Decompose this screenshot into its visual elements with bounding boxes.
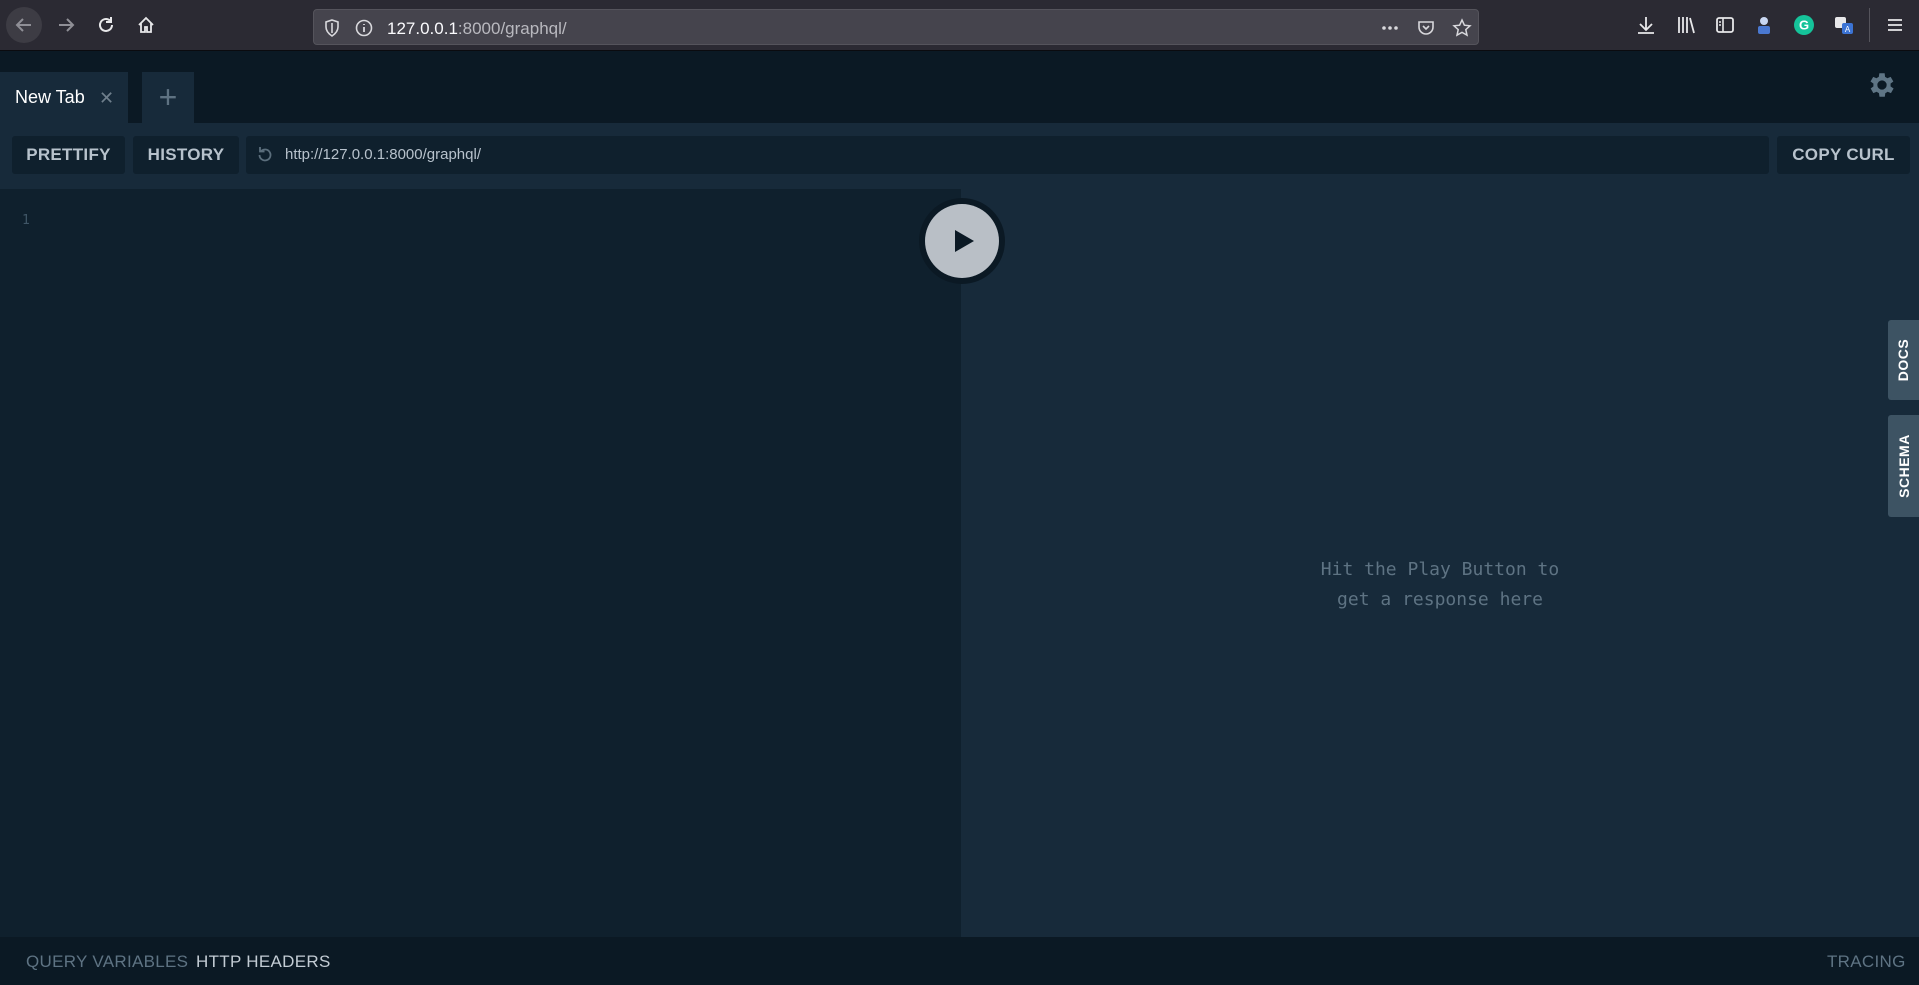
http-headers-tab[interactable]: HTTP HEADERS (196, 952, 331, 972)
home-button[interactable] (128, 7, 164, 43)
query-variables-tab[interactable]: QUERY VARIABLES (26, 952, 188, 972)
extension-person-icon (1758, 17, 1770, 34)
endpoint-url: http://127.0.0.1:8000/graphql/ (285, 146, 481, 163)
back-button[interactable] (6, 7, 42, 43)
back-arrow-icon (15, 18, 31, 32)
grammarly-icon: G (1794, 15, 1814, 35)
extension-button-1[interactable] (1751, 12, 1777, 38)
more-dots-icon[interactable] (1380, 18, 1400, 38)
close-icon[interactable]: ✕ (99, 88, 114, 109)
docs-tab-label: DOCS (1895, 338, 1912, 382)
reload-icon (99, 17, 113, 32)
play-button-face (925, 204, 999, 278)
download-icon (1638, 17, 1654, 34)
grammarly-button[interactable]: G (1791, 12, 1817, 38)
play-icon (955, 230, 974, 252)
query-editor[interactable]: 1 (0, 189, 961, 937)
url-text[interactable]: 127.0.0.1:8000/graphql/ (387, 19, 567, 39)
url-path: :8000/graphql/ (457, 19, 567, 38)
history-button[interactable]: HISTORY (133, 136, 239, 174)
line-number: 1 (22, 213, 30, 228)
tab-new-tab[interactable]: New Tab ✕ (0, 72, 128, 123)
placeholder-line-1: Hit the Play Button to (1320, 559, 1560, 580)
gear-icon[interactable] (1866, 69, 1898, 101)
toolbar-divider (1869, 8, 1870, 42)
tracing-tab[interactable]: TRACING (1827, 952, 1906, 972)
playground-tab-strip: New Tab ✕ + (0, 51, 1919, 123)
reload-button[interactable] (88, 7, 124, 43)
refresh-schema-icon[interactable] (255, 145, 275, 165)
bookmark-star-icon[interactable] (1452, 18, 1472, 38)
forward-arrow-icon (59, 18, 75, 32)
endpoint-input[interactable]: http://127.0.0.1:8000/graphql/ (246, 136, 1769, 174)
url-host: 127.0.0.1 (387, 19, 458, 38)
result-placeholder: Hit the Play Button to get a response he… (1300, 555, 1580, 615)
downloads-button[interactable] (1633, 12, 1659, 38)
forward-button[interactable] (48, 7, 84, 43)
playground-toolbar: PRETTIFY HISTORY http://127.0.0.1:8000/g… (0, 123, 1919, 189)
info-icon[interactable] (354, 18, 374, 38)
shield-icon[interactable] (322, 18, 342, 38)
add-tab-button[interactable]: + (142, 72, 194, 123)
svg-text:G: G (1799, 18, 1809, 33)
copy-curl-button[interactable]: COPY CURL (1777, 136, 1910, 174)
pocket-icon[interactable] (1416, 18, 1436, 38)
execute-query-button[interactable] (919, 198, 1005, 284)
bottom-bar: QUERY VARIABLES HTTP HEADERS TRACING (0, 937, 1919, 985)
prettify-button[interactable]: PRETTIFY (12, 136, 125, 174)
address-bar[interactable]: 127.0.0.1:8000/graphql/ (313, 9, 1479, 45)
tab-label: New Tab (15, 87, 85, 107)
svg-text:A: A (1845, 25, 1851, 34)
menu-button[interactable] (1882, 12, 1908, 38)
library-icon (1678, 17, 1695, 34)
schema-tab-label: SCHEMA (1895, 434, 1912, 498)
library-button[interactable] (1673, 12, 1699, 38)
sidebar-icon (1716, 17, 1734, 33)
docs-tab[interactable]: DOCS (1888, 320, 1919, 400)
browser-toolbar: 127.0.0.1:8000/graphql/ G A (0, 0, 1919, 51)
sidebar-button[interactable] (1712, 12, 1738, 38)
translate-button[interactable]: A (1831, 12, 1857, 38)
placeholder-line-2: get a response here (1337, 589, 1543, 610)
home-icon (138, 16, 154, 33)
hamburger-menu-icon (1888, 19, 1902, 31)
schema-tab[interactable]: SCHEMA (1888, 415, 1919, 517)
translate-icon: A (1835, 17, 1853, 34)
